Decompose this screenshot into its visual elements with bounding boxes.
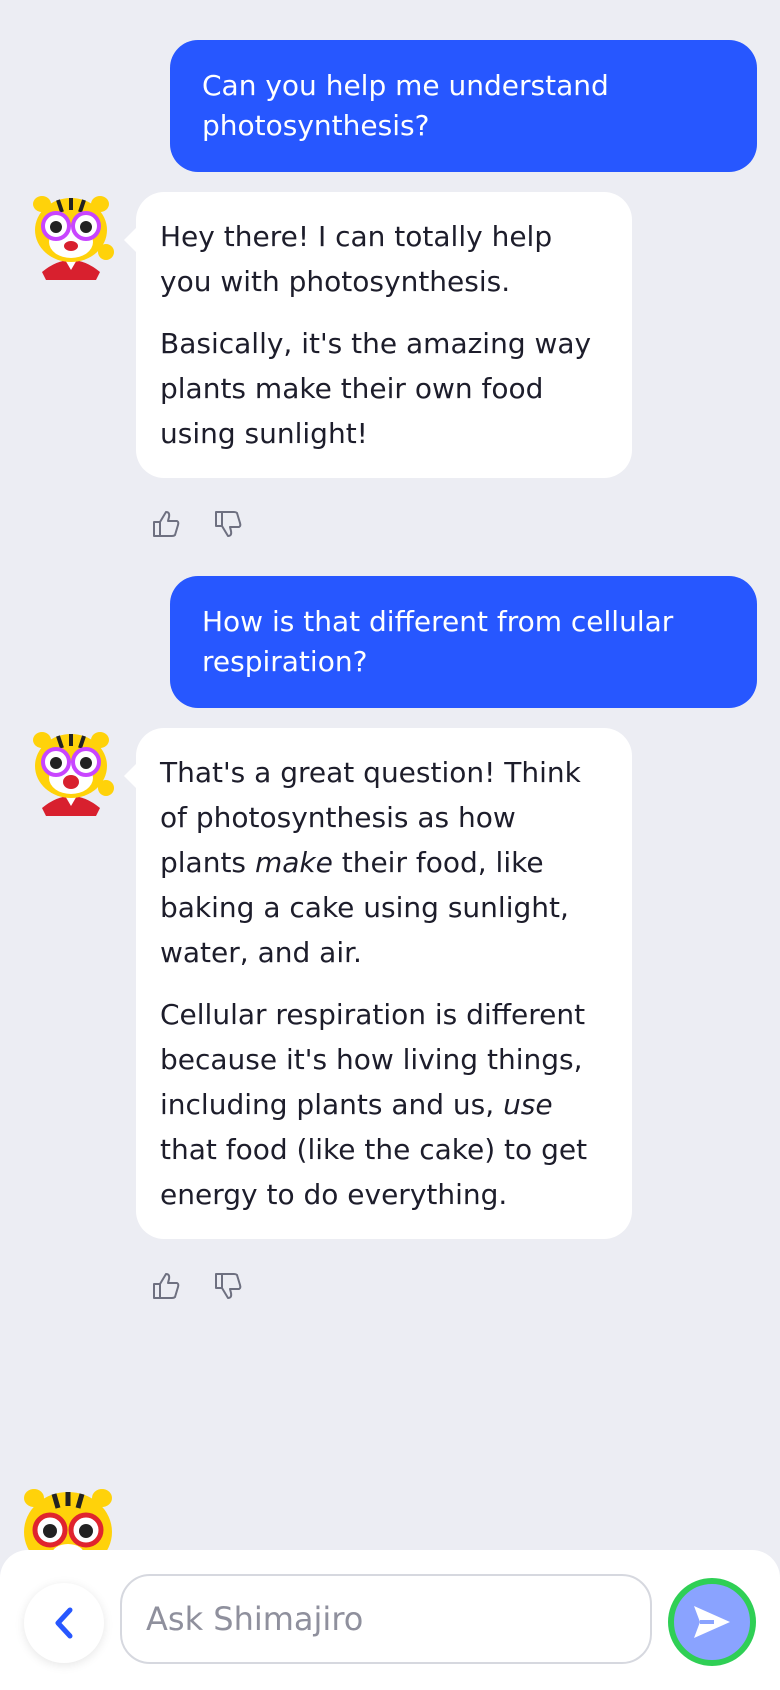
user-message-bubble: How is that different from cellular resp… [170, 576, 757, 708]
user-message-text: Can you help me understand photosynthesi… [202, 69, 609, 142]
thumbs-down-icon[interactable] [212, 508, 244, 540]
shimajiro-avatar [28, 728, 114, 816]
ask-input[interactable] [120, 1574, 652, 1664]
send-arrow-icon [694, 1606, 730, 1638]
bot-message-bubble: That's a great question! Think of photos… [124, 728, 632, 1239]
bot-message-bubble: Hey there! I can totally help you with p… [124, 192, 632, 478]
chevron-left-icon [55, 1607, 73, 1639]
user-message-text: How is that different from cellular resp… [202, 605, 674, 678]
shimajiro-avatar [28, 192, 114, 280]
message-feedback [150, 508, 244, 540]
thumbs-up-icon[interactable] [150, 1270, 182, 1302]
send-button[interactable] [668, 1578, 756, 1666]
user-message-bubble: Can you help me understand photosynthesi… [170, 40, 757, 172]
bot-message-paragraph: That's a great question! Think of photos… [160, 756, 581, 969]
message-feedback [150, 1270, 244, 1302]
thumbs-up-icon[interactable] [150, 508, 182, 540]
thumbs-down-icon[interactable] [212, 1270, 244, 1302]
bot-message-paragraph: Cellular respiration is different becaus… [160, 998, 588, 1211]
bot-message-paragraph: Hey there! I can totally help you with p… [160, 220, 553, 298]
shimajiro-mascot-peek [20, 1484, 116, 1556]
bot-message-paragraph: Basically, it's the amazing way plants m… [160, 327, 592, 450]
back-button[interactable] [24, 1583, 104, 1663]
